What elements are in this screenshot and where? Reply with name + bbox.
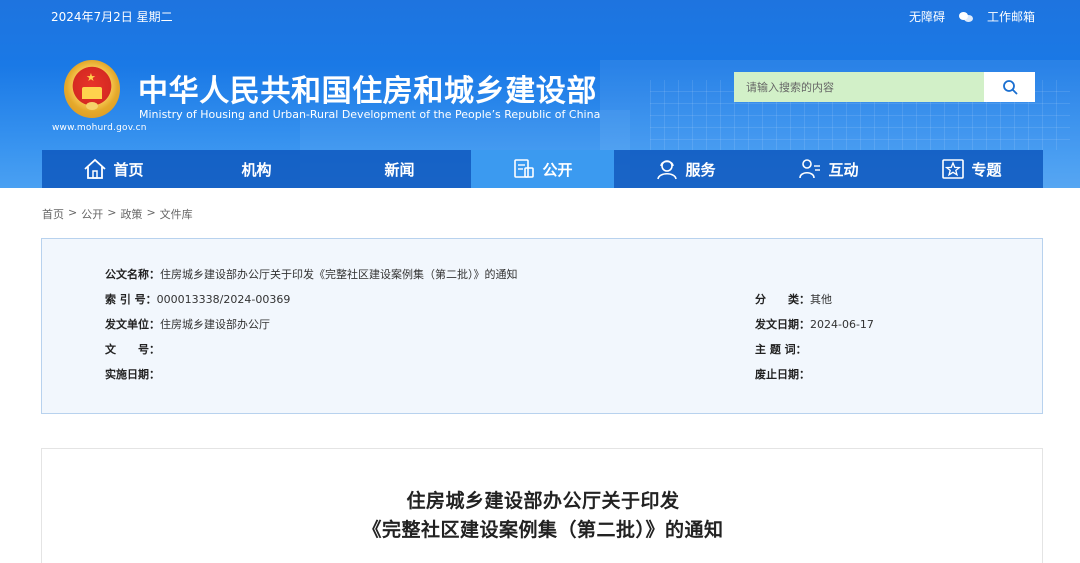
nav-topics[interactable]: 专题 [900, 150, 1043, 188]
meta-doc-name-value: 住房城乡建设部办公厅关于印发《完整社区建设案例集（第二批）》的通知 [160, 268, 518, 281]
nav-home-label: 首页 [113, 160, 144, 179]
meta-issue-date: 发文日期：2024-06-17 [755, 316, 874, 332]
breadcrumb-public[interactable]: 公开 [81, 206, 103, 222]
meta-category: 分 类：其他 [755, 291, 832, 307]
nav-organization-label: 机构 [241, 160, 272, 179]
meta-issue-date-value: 2024-06-17 [810, 318, 874, 331]
meta-category-label: 分 类： [755, 293, 810, 306]
meta-expire-date: 废止日期： [755, 366, 810, 382]
meta-issuer-label: 发文单位： [105, 318, 160, 331]
service-icon [657, 160, 678, 180]
interaction-icon [799, 159, 821, 179]
nav-public[interactable]: 公开 [471, 150, 614, 188]
meta-doc-name-label: 公文名称： [105, 268, 160, 281]
nav-service[interactable]: 服务 [614, 150, 757, 188]
breadcrumb-separator: > [107, 206, 117, 219]
nav-public-label: 公开 [542, 160, 573, 179]
site-title[interactable]: 中华人民共和国住房和城乡建设部 [138, 66, 597, 110]
nav-home[interactable]: 首页 [42, 150, 185, 188]
document-icon [514, 159, 535, 178]
meta-effective-date: 实施日期： [105, 366, 160, 382]
meta-issuer: 发文单位：住房城乡建设部办公厅 [105, 316, 270, 332]
document-metadata: 公文名称：住房城乡建设部办公厅关于印发《完整社区建设案例集（第二批）》的通知 索… [41, 238, 1043, 414]
breadcrumb-home[interactable]: 首页 [42, 206, 64, 222]
site-title-english: Ministry of Housing and Urban-Rural Deve… [139, 108, 601, 121]
star-icon [942, 159, 965, 179]
breadcrumb: 首页 > 公开 > 政策 > 文件库 [42, 206, 193, 222]
document-title-line1: 住房城乡建设部办公厅关于印发 [406, 490, 680, 512]
nav-news-label: 新闻 [384, 160, 415, 179]
site-url: www.mohurd.gov.cn [52, 123, 147, 133]
nav-interaction[interactable]: 互动 [757, 150, 900, 188]
nav-news[interactable]: 新闻 [328, 150, 471, 188]
main-nav: 首页 机构 新闻 公开 服务 互动 专题 [42, 150, 1043, 188]
meta-index-label: 索 引 号： [105, 293, 157, 306]
nav-service-label: 服务 [685, 160, 716, 179]
site-header: 2024年7月2日 星期二 无障碍 工作邮箱 ★ www.mohurd.gov.… [0, 0, 1080, 188]
document-title-line2: 《完整社区建设案例集（第二批）》的通知 [362, 519, 724, 541]
breadcrumb-separator: > [146, 206, 156, 219]
meta-category-value: 其他 [810, 293, 832, 306]
meta-subject: 主 题 词： [755, 341, 807, 357]
meta-subject-label: 主 题 词： [755, 343, 807, 356]
meta-effective-label: 实施日期： [105, 368, 160, 381]
document-content: 住房城乡建设部办公厅关于印发 《完整社区建设案例集（第二批）》的通知 [41, 448, 1043, 563]
search-button[interactable] [984, 72, 1035, 102]
search-bar [734, 72, 1035, 102]
accessibility-link[interactable]: 无障碍 [909, 8, 945, 25]
search-input[interactable] [734, 72, 984, 102]
top-links: 无障碍 工作邮箱 [909, 8, 1035, 25]
breadcrumb-policy[interactable]: 政策 [120, 206, 142, 222]
meta-index: 索 引 号：000013338/2024-00369 [105, 291, 290, 307]
meta-index-value: 000013338/2024-00369 [156, 293, 291, 306]
search-icon [1002, 80, 1017, 95]
breadcrumb-file-library[interactable]: 文件库 [160, 206, 193, 222]
nav-interaction-label: 互动 [828, 160, 859, 179]
work-mail-link[interactable]: 工作邮箱 [987, 8, 1035, 25]
meta-doc-no-label: 文 号： [105, 343, 160, 356]
home-icon [84, 158, 107, 179]
meta-expire-label: 废止日期： [755, 368, 810, 381]
current-date: 2024年7月2日 星期二 [51, 10, 173, 24]
nav-topics-label: 专题 [971, 160, 1002, 179]
meta-issue-date-label: 发文日期： [755, 318, 810, 331]
meta-doc-no: 文 号： [105, 341, 160, 357]
wechat-icon[interactable] [958, 11, 973, 23]
breadcrumb-separator: > [68, 206, 78, 219]
meta-issuer-value: 住房城乡建设部办公厅 [160, 318, 270, 331]
nav-organization[interactable]: 机构 [185, 150, 328, 188]
national-emblem-icon[interactable]: ★ [64, 60, 120, 118]
meta-doc-name: 公文名称：住房城乡建设部办公厅关于印发《完整社区建设案例集（第二批）》的通知 [105, 266, 518, 282]
